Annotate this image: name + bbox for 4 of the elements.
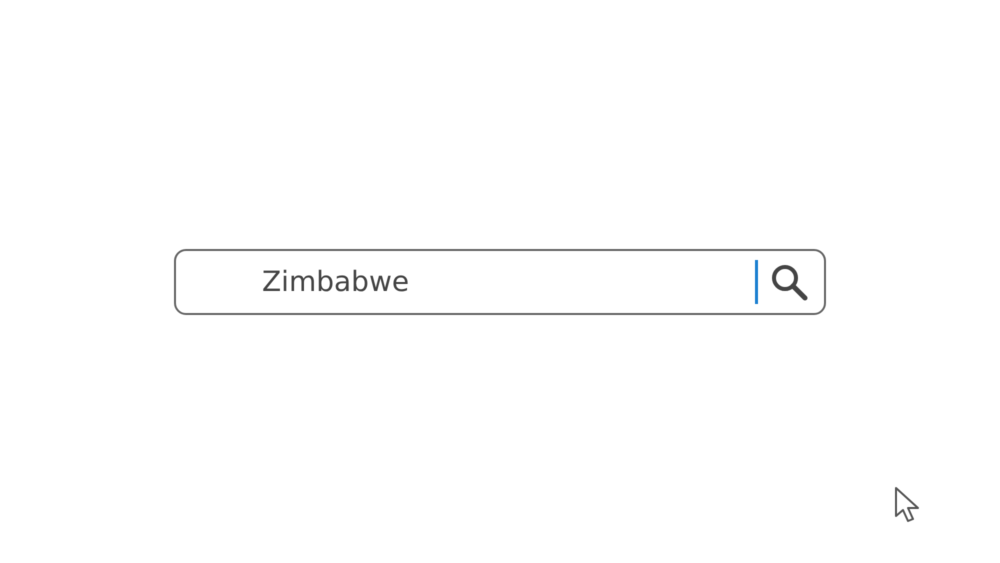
search-field[interactable]: Zimbabwe xyxy=(174,248,826,314)
search-text: Zimbabwe xyxy=(262,265,410,298)
mouse-pointer-icon xyxy=(894,486,922,524)
search-icon xyxy=(770,262,808,300)
